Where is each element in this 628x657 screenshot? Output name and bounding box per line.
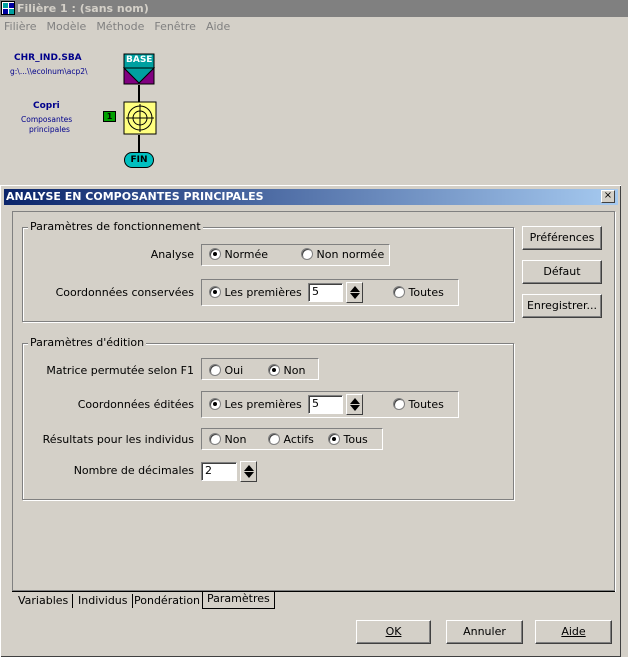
close-button[interactable]: × [601, 190, 615, 203]
radio-edit-premieres-label: Les premières [224, 398, 302, 411]
defaut-button[interactable]: Défaut [522, 260, 602, 284]
aide-button[interactable]: Aide [535, 620, 612, 644]
method-node[interactable] [123, 101, 157, 135]
dialog-title-bar[interactable]: ANALYSE EN COMPOSANTES PRINCIPALES [4, 189, 618, 205]
ok-button-label: OK [385, 625, 402, 638]
radio-matrice-oui[interactable]: Oui [209, 364, 243, 377]
tab-ponderation[interactable]: Pondération [130, 594, 206, 608]
dialog-title: ANALYSE EN COMPOSANTES PRINCIPALES [6, 190, 264, 203]
radio-non-normee-dot[interactable] [301, 248, 313, 260]
radio-resultats-actifs-label: Actifs [283, 433, 314, 446]
radio-coord-toutes-label: Toutes [408, 286, 444, 299]
tab-parametres[interactable]: Paramètres [202, 592, 275, 609]
radio-edit-premieres-dot[interactable] [209, 398, 221, 410]
radio-coord-premieres[interactable]: Les premières [209, 286, 302, 299]
coord-conservees-input[interactable]: 5 [308, 283, 343, 302]
decimales-spinner[interactable] [240, 461, 257, 482]
radio-coord-premieres-label: Les premières [224, 286, 302, 299]
radio-matrice-non-dot[interactable] [268, 364, 280, 376]
decimales-input[interactable]: 2 [201, 462, 237, 481]
radio-coord-toutes[interactable]: Toutes [393, 286, 444, 299]
connector-line [138, 85, 140, 102]
base-node[interactable]: BASE [122, 53, 156, 85]
group-fonctionnement-title: Paramètres de fonctionnement [28, 220, 203, 233]
radio-resultats-tous-dot[interactable] [328, 433, 340, 445]
radio-edit-toutes[interactable]: Toutes [393, 398, 444, 411]
spin-down-icon[interactable] [350, 405, 360, 411]
annuler-button[interactable]: Annuler [446, 620, 523, 644]
radio-edit-premieres[interactable]: Les premières [209, 398, 302, 411]
spin-up-icon[interactable] [350, 398, 360, 404]
radio-coord-premieres-dot[interactable] [209, 286, 221, 298]
radio-matrice-non-label: Non [283, 364, 306, 377]
app-title: Filière 1 : (sans nom) [17, 2, 149, 15]
enregistrer-button[interactable]: Enregistrer... [522, 294, 602, 318]
preferences-button[interactable]: Préférences [522, 226, 602, 250]
radio-matrice-oui-label: Oui [224, 364, 244, 377]
method-sub2: principales [29, 125, 70, 134]
target-icon [123, 101, 157, 135]
radio-resultats-non-label: Non [224, 433, 247, 446]
spin-down-icon[interactable] [244, 472, 254, 478]
method-title: Copri [33, 101, 60, 111]
radio-non-normee-label: Non normée [316, 248, 385, 261]
menu-modele[interactable]: Modèle [43, 17, 91, 37]
app-title-bar[interactable]: Filière 1 : (sans nom) [0, 0, 628, 17]
matrice-label: Matrice permutée selon F1 [46, 364, 194, 377]
radio-coord-toutes-dot[interactable] [393, 286, 405, 298]
menu-methode[interactable]: Méthode [92, 17, 148, 37]
coord-editees-label: Coordonnées éditées [77, 398, 194, 411]
tab-variables[interactable]: Variables [14, 594, 74, 608]
radio-resultats-actifs[interactable]: Actifs [268, 433, 314, 446]
radio-resultats-non[interactable]: Non [209, 433, 246, 446]
ok-button[interactable]: OK [356, 620, 431, 644]
source-path: g:\...\\ecolnum\acp2\ [10, 67, 88, 76]
resultats-label: Résultats pour les individus [42, 433, 194, 446]
radio-edit-toutes-dot[interactable] [393, 398, 405, 410]
close-icon: × [603, 190, 613, 201]
method-badge: 1 [103, 111, 116, 122]
radio-normee-dot[interactable] [209, 248, 221, 260]
radio-resultats-tous[interactable]: Tous [328, 433, 368, 446]
radio-resultats-actifs-dot[interactable] [268, 433, 280, 445]
connector-line [138, 135, 140, 152]
menu-bar: Filière Modèle Méthode Fenêtre Aide [0, 17, 628, 37]
base-node-label: BASE [126, 55, 153, 65]
fin-node[interactable]: FIN [124, 152, 154, 168]
aide-button-label: Aide [561, 625, 586, 638]
group-edition-title: Paramètres d'édition [28, 336, 147, 349]
spin-up-icon[interactable] [350, 286, 360, 292]
app-icon[interactable] [1, 1, 15, 15]
coord-conservees-label: Coordonnées conservées [55, 286, 194, 299]
radio-matrice-non[interactable]: Non [268, 364, 305, 377]
group-fonctionnement [22, 227, 514, 322]
radio-normee-label: Normée [224, 248, 269, 261]
radio-resultats-non-dot[interactable] [209, 433, 221, 445]
menu-fenetre[interactable]: Fenêtre [150, 17, 200, 37]
radio-non-normee[interactable]: Non normée [301, 248, 384, 261]
coord-editees-input[interactable]: 5 [308, 395, 343, 414]
menu-aide[interactable]: Aide [202, 17, 234, 37]
decimales-label: Nombre de décimales [73, 464, 194, 477]
method-sub1: Composantes [21, 115, 73, 124]
coord-conservees-spinner[interactable] [346, 282, 363, 303]
radio-matrice-oui-dot[interactable] [209, 364, 221, 376]
source-title: CHR_IND.SBA [14, 53, 82, 63]
spin-up-icon[interactable] [244, 465, 254, 471]
spin-down-icon[interactable] [350, 293, 360, 299]
radio-normee[interactable]: Normée [209, 248, 268, 261]
coord-editees-spinner[interactable] [346, 394, 363, 415]
radio-resultats-tous-label: Tous [343, 433, 368, 446]
tab-individus[interactable]: Individus [74, 594, 133, 608]
fin-node-label: FIN [130, 155, 148, 165]
radio-edit-toutes-label: Toutes [408, 398, 444, 411]
menu-filiere[interactable]: Filière [0, 17, 41, 37]
analyse-label: Analyse [150, 248, 194, 261]
